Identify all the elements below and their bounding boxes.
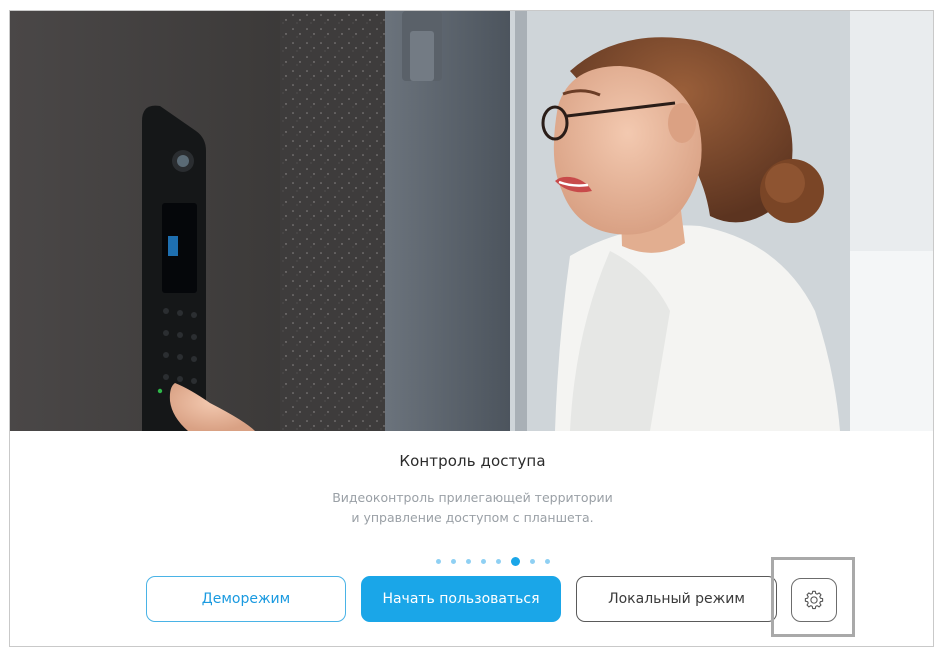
- start-using-button[interactable]: Начать пользоваться: [361, 576, 561, 622]
- slide-description: Видеоконтроль прилегающей территории и у…: [10, 488, 933, 528]
- local-mode-button[interactable]: Локальный режим: [576, 576, 777, 622]
- page-dot[interactable]: [451, 558, 456, 564]
- slide-description-line-1: Видеоконтроль прилегающей территории: [332, 490, 613, 505]
- page-dot[interactable]: [496, 558, 501, 564]
- page-dot[interactable]: [436, 558, 441, 564]
- slide-illustration: [10, 11, 933, 431]
- demo-mode-button[interactable]: Деморежим: [146, 576, 346, 622]
- intercom-panel: [142, 105, 206, 431]
- settings-button[interactable]: [791, 578, 837, 622]
- page-dot-active[interactable]: [511, 556, 520, 566]
- page-indicator: [436, 553, 550, 569]
- slide-description-line-2: и управление доступом с планшета.: [351, 510, 594, 525]
- gear-icon: [804, 590, 824, 610]
- page-dot[interactable]: [530, 558, 535, 564]
- page-dot[interactable]: [481, 558, 486, 564]
- slide-title: Контроль доступа: [399, 452, 546, 470]
- page-dot[interactable]: [545, 558, 550, 564]
- onboarding-screen: Контроль доступа Видеоконтроль прилегающ…: [9, 10, 934, 647]
- page-dot[interactable]: [466, 558, 471, 564]
- intercom-photo: [10, 11, 933, 431]
